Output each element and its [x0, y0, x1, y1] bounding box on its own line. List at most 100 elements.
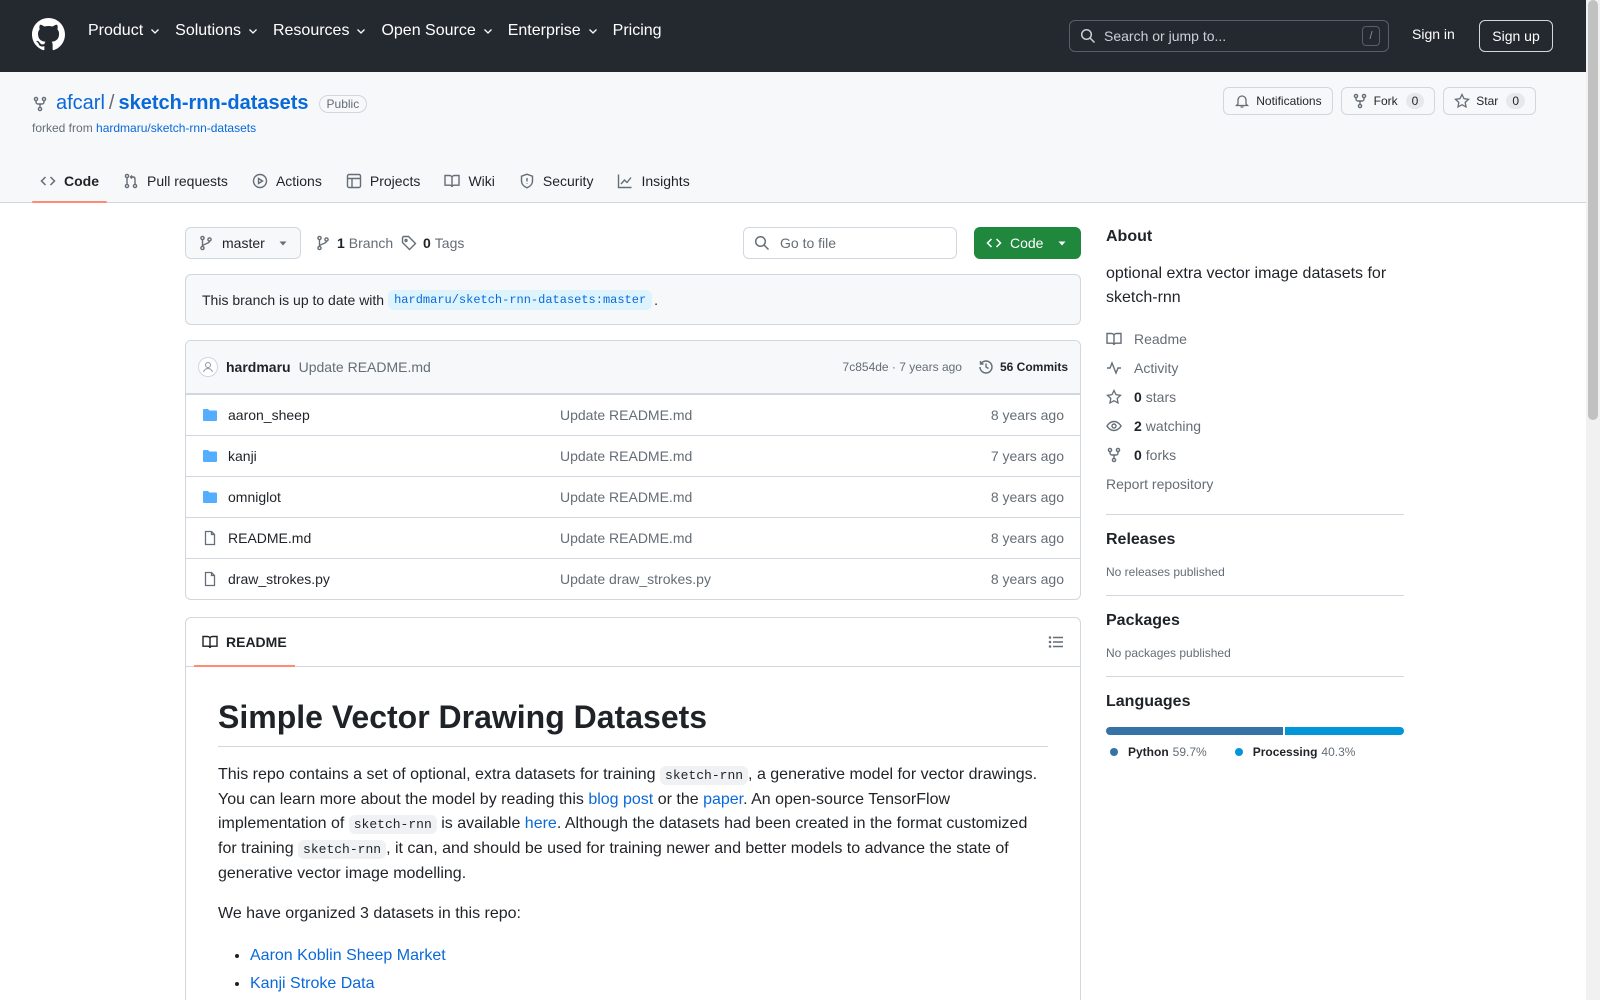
nav-solutions[interactable]: Solutions [175, 22, 259, 40]
language-item-python[interactable]: Python 59.7% [1106, 745, 1207, 759]
file-commit-message[interactable]: Update README.md [560, 407, 991, 423]
global-header: Product Solutions Resources Open Source … [0, 0, 1586, 72]
nav-pricing[interactable]: Pricing [613, 22, 662, 40]
stars-link[interactable]: 0 stars [1106, 382, 1404, 411]
language-bar-segment-python [1106, 727, 1283, 735]
tab-wiki[interactable]: Wiki [436, 160, 502, 202]
table-row[interactable]: draw_strokes.py Update draw_strokes.py 8… [186, 558, 1080, 599]
dataset-link-sheep[interactable]: Aaron Koblin Sheep Market [250, 947, 446, 964]
forks-link[interactable]: 0 forks [1106, 440, 1404, 469]
tab-insights[interactable]: Insights [609, 160, 697, 202]
commits-link[interactable]: 56 Commits [978, 359, 1068, 375]
sign-in-link[interactable]: Sign in [1412, 26, 1455, 42]
branch-status-banner: This branch is up to date with hardmaru/… [185, 274, 1081, 325]
nav-enterprise[interactable]: Enterprise [508, 22, 599, 40]
file-name[interactable]: aaron_sheep [228, 407, 560, 423]
git-branch-icon [200, 235, 212, 251]
play-circle-icon [252, 173, 268, 189]
watching-count: 2 [1134, 417, 1142, 434]
file-commit-message[interactable]: Update README.md [560, 489, 991, 505]
search-icon [1080, 28, 1096, 44]
file-name[interactable]: draw_strokes.py [228, 571, 560, 587]
fork-label: Fork [1373, 94, 1398, 108]
file-icon [204, 571, 216, 587]
watching-link[interactable]: 2 watching [1106, 411, 1404, 440]
nav-product[interactable]: Product [88, 22, 161, 40]
code-dropdown-button[interactable]: Code [974, 227, 1081, 259]
github-logo-icon[interactable] [32, 18, 65, 51]
file-age: 8 years ago [990, 407, 1064, 423]
upstream-ref[interactable]: hardmaru/sketch-rnn-datasets:master [388, 289, 653, 310]
tab-pull-requests[interactable]: Pull requests [115, 160, 236, 202]
star-button[interactable]: Star 0 [1443, 87, 1536, 115]
commit-meta[interactable]: 7c854de · 7 years ago [843, 360, 962, 374]
language-list: Python 59.7% Processing 40.3% [1106, 745, 1404, 759]
tab-projects[interactable]: Projects [338, 160, 429, 202]
readme-tab[interactable]: README [194, 618, 295, 667]
report-repository-link[interactable]: Report repository [1106, 469, 1404, 498]
readme-paragraph: This repo contains a set of optional, ex… [218, 763, 1048, 886]
file-toolbar: master 1 Branch 0 Tags Go to file Code [185, 227, 1081, 259]
language-item-processing[interactable]: Processing 40.3% [1231, 745, 1356, 759]
repo-header: afcarl / sketch-rnn-datasets Public fork… [0, 72, 1586, 203]
divider [1106, 514, 1404, 515]
divider [1106, 676, 1404, 677]
blog-post-link[interactable]: blog post [588, 791, 653, 808]
go-to-file-input[interactable]: Go to file [743, 227, 957, 259]
here-link[interactable]: here [525, 815, 557, 832]
commit-message[interactable]: Update README.md [299, 359, 843, 375]
file-commit-message[interactable]: Update draw_strokes.py [560, 571, 991, 587]
repo-owner-link[interactable]: afcarl [56, 92, 105, 115]
readme-panel: README Simple Vector Drawing Datasets Th… [185, 617, 1081, 1000]
readme-link-label: Readme [1134, 330, 1187, 347]
nav-resources[interactable]: Resources [273, 22, 367, 40]
file-name[interactable]: omniglot [228, 489, 560, 505]
table-row[interactable]: omniglot Update README.md 8 years ago [186, 476, 1080, 517]
table-row[interactable]: aaron_sheep Update README.md 8 years ago [186, 394, 1080, 435]
file-name[interactable]: kanji [228, 448, 560, 464]
table-row[interactable]: kanji Update README.md 7 years ago [186, 435, 1080, 476]
language-percent: 40.3% [1321, 745, 1356, 759]
outline-list-icon[interactable] [1048, 634, 1064, 650]
forked-from-link[interactable]: hardmaru/sketch-rnn-datasets [96, 121, 256, 135]
star-label: Star [1476, 94, 1499, 108]
code-icon [986, 238, 1002, 248]
notifications-label: Notifications [1256, 94, 1322, 108]
file-name[interactable]: README.md [228, 530, 560, 546]
activity-link[interactable]: Activity [1106, 353, 1404, 382]
avatar[interactable] [198, 357, 218, 377]
languages-heading: Languages [1106, 693, 1191, 710]
tab-code[interactable]: Code [32, 160, 107, 203]
tab-actions[interactable]: Actions [244, 160, 330, 202]
sign-up-button[interactable]: Sign up [1479, 20, 1553, 52]
scrollbar-thumb[interactable] [1588, 0, 1598, 420]
commit-count-label: 56 Commits [999, 360, 1068, 374]
nav-open-source[interactable]: Open Source [381, 22, 493, 40]
fork-button[interactable]: Fork 0 [1340, 87, 1436, 115]
commit-author[interactable]: hardmaru [226, 359, 291, 375]
tab-security[interactable]: Security [511, 160, 602, 202]
paper-link[interactable]: paper [703, 791, 743, 808]
branches-link[interactable]: 1 Branch [315, 227, 393, 259]
dataset-link-kanji[interactable]: Kanji Stroke Data [250, 975, 375, 992]
book-icon [444, 174, 461, 188]
file-commit-message[interactable]: Update README.md [560, 448, 991, 464]
readme-text: This repo contains a set of optional, ex… [218, 766, 661, 783]
book-icon [202, 635, 218, 649]
repo-name-link[interactable]: sketch-rnn-datasets [118, 92, 308, 115]
bell-icon [1235, 95, 1250, 108]
table-row[interactable]: README.md Update README.md 8 years ago [186, 517, 1080, 558]
chevron-down-icon [357, 29, 366, 34]
file-commit-message[interactable]: Update README.md [560, 530, 991, 546]
folder-icon [203, 491, 217, 503]
releases-heading[interactable]: Releases [1106, 531, 1404, 549]
list-item: Kanji Stroke Data [250, 970, 1048, 998]
page-scrollbar[interactable] [1586, 0, 1600, 1000]
branch-selector[interactable]: master [185, 227, 301, 259]
readme-link[interactable]: Readme [1106, 324, 1404, 353]
tags-link[interactable]: 0 Tags [401, 227, 464, 259]
notifications-button[interactable]: Notifications [1223, 87, 1333, 115]
search-input[interactable]: Search or jump to... / [1069, 20, 1389, 52]
stars-count: 0 [1134, 388, 1142, 405]
packages-heading[interactable]: Packages [1106, 612, 1404, 630]
